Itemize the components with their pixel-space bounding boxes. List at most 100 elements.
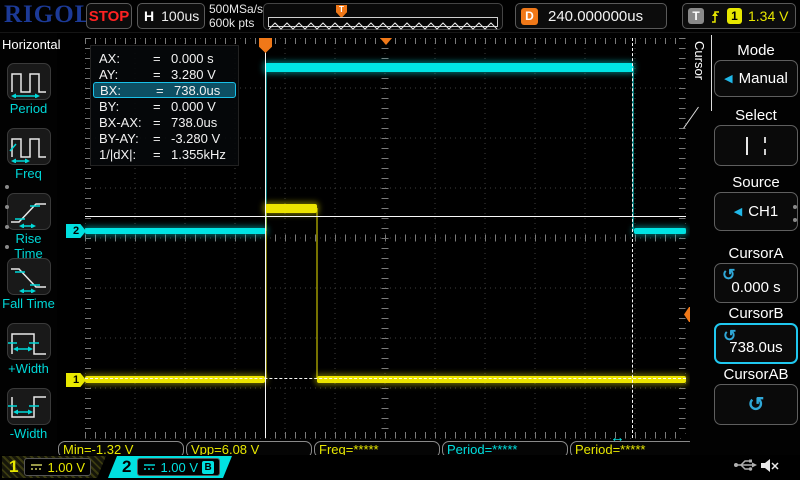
ch2-status-chip-selected[interactable]: 2 1.00 V B: [108, 456, 232, 478]
dc-coupling-icon: [30, 463, 43, 472]
horizontal-center-marker: [380, 38, 392, 45]
menu-group-cursor-a[interactable]: CursorA ↺ 0.000 s: [714, 245, 798, 303]
dc-coupling-icon: [143, 463, 156, 472]
menu-group-cursor-ab[interactable]: CursorAB ↺: [714, 366, 798, 425]
cursor-menu-tab: Cursor: [692, 41, 707, 80]
oscilloscope-screen: RIGOL STOP H 100us 500MSa/s 600k pts D 2…: [0, 0, 800, 480]
usb-icon: [733, 458, 757, 472]
cursor-b-button[interactable]: ↺ 738.0us: [714, 323, 798, 364]
select-label: Select: [714, 107, 798, 124]
rigol-logo: RIGOL: [4, 1, 92, 29]
delay-value: 240.000000us: [548, 8, 643, 25]
left-triangle-icon: ◀: [724, 72, 732, 85]
cursor-a-value: 0.000 s: [731, 271, 780, 296]
source-label: Source: [714, 174, 798, 191]
measure-menu-title: Horizontal: [0, 37, 57, 52]
menu-group-source[interactable]: Source ◀ CH1: [714, 174, 798, 231]
cursor-b-label: CursorB: [714, 305, 798, 322]
trigger-box[interactable]: T 1 1.34 V: [682, 3, 796, 29]
measure-item-label: Freq: [0, 166, 57, 181]
preview-window: [268, 17, 498, 27]
ch1-status-chip[interactable]: 1 1.00 V: [2, 456, 106, 478]
measure-item-label: Period: [0, 101, 57, 116]
ch2-trace-high: [265, 63, 633, 72]
cursor-a-solid-icon: [746, 137, 748, 155]
cursor-bx-line[interactable]: [632, 38, 633, 438]
waveform-preview-bar[interactable]: [263, 3, 503, 30]
source-page-dots: [793, 205, 797, 222]
cursor-menu: Cursor Mode ◀ Manual Select Source ◀ CH1: [690, 33, 800, 455]
horizontal-scale-box[interactable]: H 100us: [137, 3, 205, 29]
left-measure-menu: Horizontal Period Freq: [0, 33, 57, 455]
preview-waveform: [269, 21, 499, 31]
readout-row-byay: BY-AY:=-3.280 V: [91, 130, 238, 146]
measure-item-pos-width[interactable]: +Width: [0, 323, 57, 376]
rotate-knob-icon: ↺: [722, 265, 735, 285]
trigger-label: T: [688, 8, 704, 24]
readout-row-1dx: 1/|dX|:=1.355kHz: [91, 146, 238, 162]
top-status-bar: RIGOL STOP H 100us 500MSa/s 600k pts D 2…: [0, 0, 800, 33]
sample-rate: 500MSa/s: [209, 2, 263, 16]
pos-width-icon: [8, 326, 50, 358]
ch2-scale: 1.00 V: [160, 460, 198, 475]
readout-row-ax: AX:=0.000 s: [91, 50, 238, 66]
trigger-source-icon: 1: [727, 8, 742, 24]
left-triangle-icon: ◀: [734, 205, 742, 218]
measure-item-label: -Width: [0, 426, 57, 441]
source-value: CH1: [748, 203, 778, 220]
cursor-ab-button[interactable]: ↺: [714, 384, 798, 425]
ch2-number: 2: [122, 457, 131, 477]
cursor-b-dashed-icon: [764, 137, 766, 155]
menu-group-select[interactable]: Select: [714, 107, 798, 166]
horizontal-scale-value: 100us: [161, 8, 199, 24]
freq-icon: [8, 131, 50, 163]
readout-row-ay: AY:=3.280 V: [91, 66, 238, 82]
horizontal-label: H: [144, 8, 154, 24]
cursor-tab-border: [711, 35, 712, 111]
delay-icon: D: [521, 8, 538, 25]
cursor-ax-line[interactable]: [265, 38, 266, 438]
readout-row-bx-highlighted: BX:=738.0us: [93, 82, 236, 98]
cursor-a-label: CursorA: [714, 245, 798, 262]
memory-depth: 600k pts: [209, 16, 263, 30]
cursor-a-button[interactable]: ↺ 0.000 s: [714, 263, 798, 303]
menu-group-mode[interactable]: Mode ◀ Manual: [714, 42, 798, 97]
mode-button[interactable]: ◀ Manual: [714, 60, 798, 97]
cursor-by-line[interactable]: [85, 378, 686, 379]
run-state-label: STOP: [89, 8, 130, 25]
rotate-knob-icon: ↺: [748, 392, 765, 417]
menu-page-dots: [5, 185, 9, 249]
ch2-trace-low-right: [634, 228, 686, 234]
neg-width-icon: [8, 391, 50, 423]
measure-item-freq[interactable]: Freq: [0, 128, 57, 181]
fall-time-icon: [8, 261, 50, 293]
channel-status-bar: 1 1.00 V 2 1.00 V B: [0, 455, 800, 480]
cursor-ay-line[interactable]: [85, 216, 686, 217]
speaker-muted-icon: [760, 458, 780, 473]
bandwidth-limit-icon: B: [202, 461, 214, 474]
rise-time-icon: [8, 196, 50, 228]
measure-item-fall-time[interactable]: Fall Time: [0, 258, 57, 311]
cursor-b-value: 738.0us: [729, 331, 782, 356]
ch2-ground-marker[interactable]: 2: [66, 224, 86, 238]
delay-box[interactable]: D 240.000000us: [515, 3, 667, 29]
mode-value: Manual: [739, 70, 788, 87]
select-button[interactable]: [714, 125, 798, 166]
run-state-indicator[interactable]: STOP: [86, 3, 132, 29]
rotate-knob-icon: ↺: [723, 326, 736, 346]
menu-group-cursor-b[interactable]: CursorB ↺ 738.0us: [714, 305, 798, 364]
ch1-number: 1: [9, 457, 18, 477]
source-button[interactable]: ◀ CH1: [714, 192, 798, 231]
cursor-readout-panel: AX:=0.000 s AY:=3.280 V BX:=738.0us BY:=…: [90, 45, 239, 166]
ch1-scale: 1.00 V: [47, 460, 85, 475]
ch1-ground-marker[interactable]: 1: [66, 373, 86, 387]
readout-row-by: BY:=0.000 V: [91, 98, 238, 114]
mode-label: Mode: [714, 42, 798, 59]
readout-row-bxax: BX-AX:=738.0us: [91, 114, 238, 130]
measure-item-neg-width[interactable]: -Width: [0, 388, 57, 441]
measure-item-period[interactable]: Period: [0, 63, 57, 116]
measure-item-label: +Width: [0, 361, 57, 376]
period-icon: [8, 66, 50, 98]
acquisition-info: 500MSa/s 600k pts: [209, 2, 263, 30]
rising-edge-icon: [710, 9, 721, 24]
